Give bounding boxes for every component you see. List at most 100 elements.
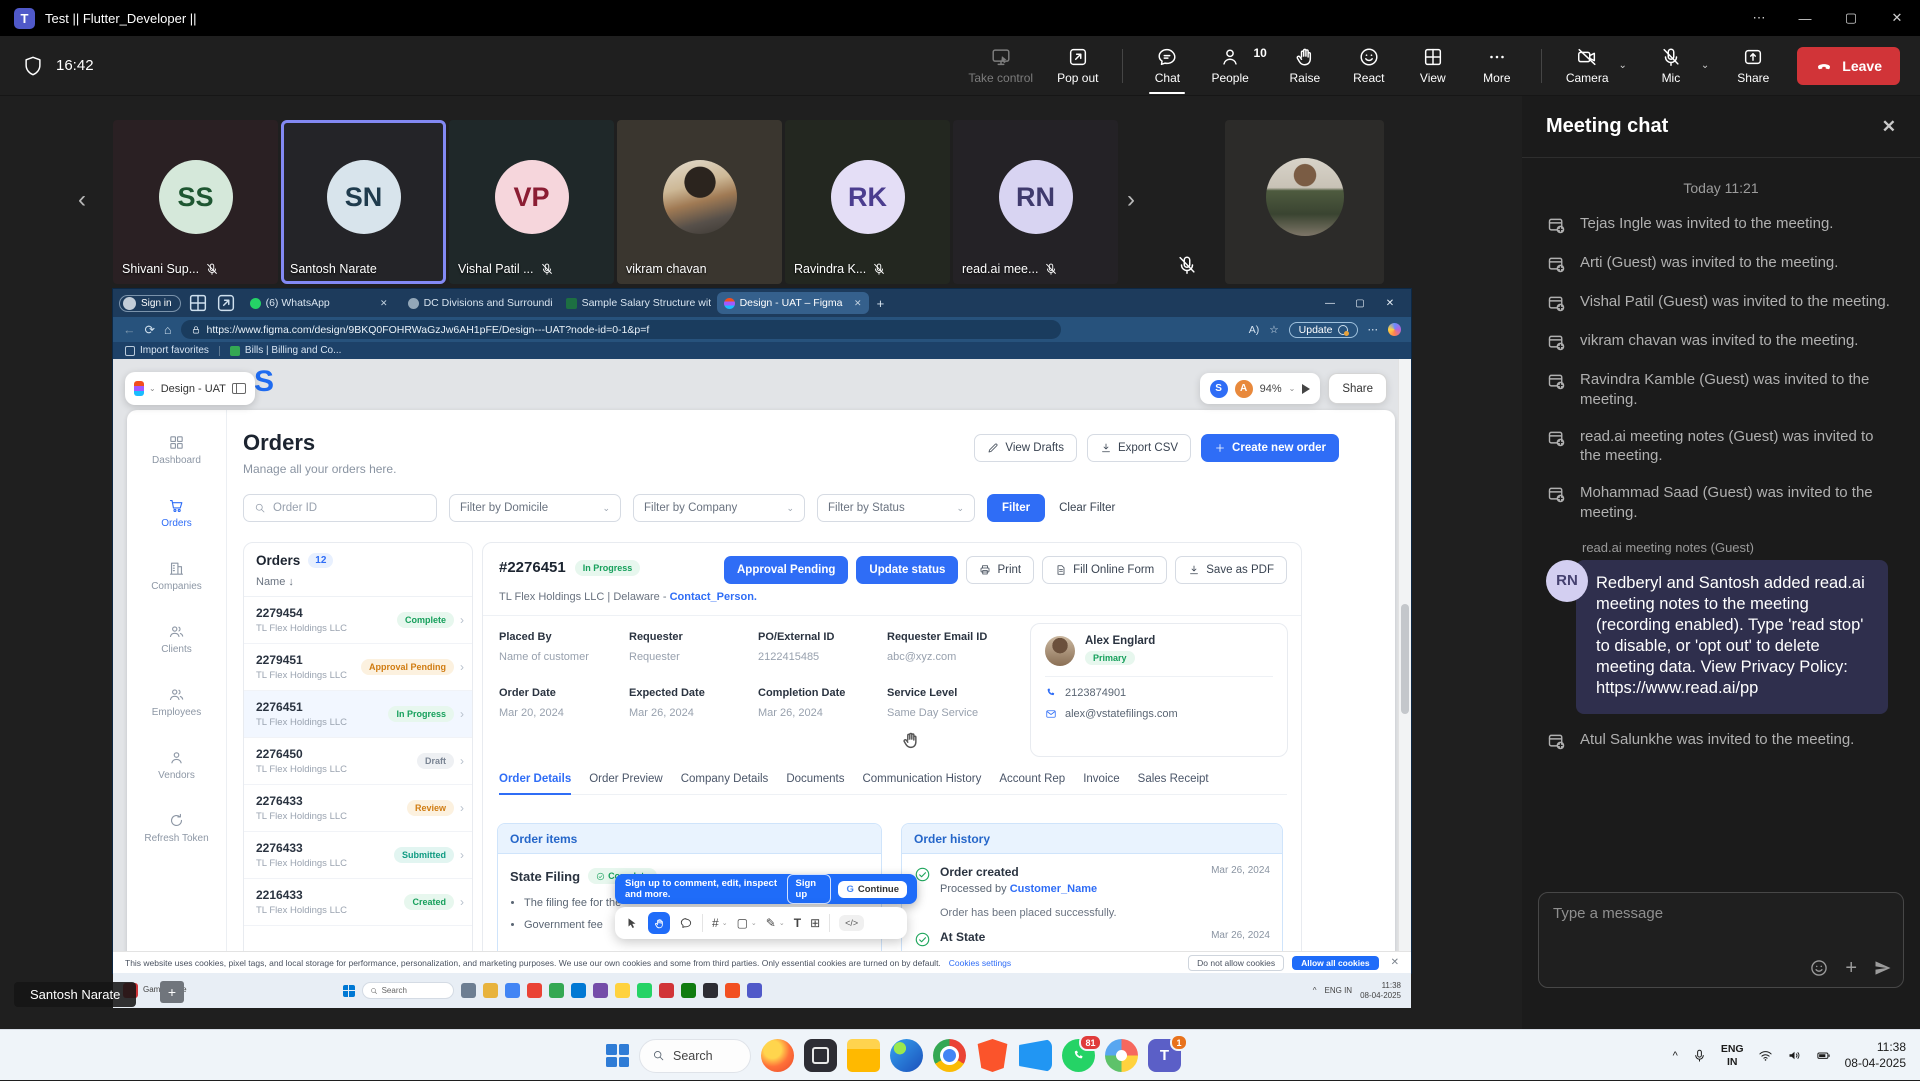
detail-tab[interactable]: Sales Receipt (1138, 773, 1209, 785)
minimize-button[interactable]: — (1782, 0, 1828, 36)
emoji-icon[interactable] (1809, 958, 1829, 978)
firefox-icon[interactable] (761, 1039, 794, 1072)
mini-app-icon[interactable] (527, 983, 542, 998)
zoom-level[interactable]: 94% (1260, 383, 1282, 395)
message-input[interactable]: Type a message + (1538, 892, 1904, 988)
maximize-button[interactable]: ▢ (1828, 0, 1874, 36)
chat-button[interactable]: Chat (1147, 46, 1187, 85)
colorful-app-icon[interactable] (1105, 1039, 1138, 1072)
workspaces-icon[interactable] (187, 292, 209, 314)
comment-tool-icon[interactable] (679, 916, 693, 930)
participant-tile[interactable]: vikram chavan (617, 120, 782, 284)
hand-tool-icon[interactable] (648, 912, 670, 934)
sidebar-item[interactable]: Vendors (158, 749, 195, 812)
update-status-button[interactable]: Update status (856, 556, 958, 584)
home-icon[interactable]: ⌂ (164, 323, 172, 337)
customer-name-link[interactable]: Customer_Name (1010, 883, 1097, 895)
pop-out-button[interactable]: Pop out (1057, 46, 1098, 85)
react-button[interactable]: React (1349, 46, 1389, 85)
tray-mic-icon[interactable] (1692, 1048, 1707, 1063)
mic-button[interactable]: Mic (1651, 46, 1691, 85)
brave-icon[interactable] (976, 1039, 1009, 1072)
back-icon[interactable]: ← (123, 323, 136, 337)
sign-up-button[interactable]: Sign up (787, 874, 832, 904)
bookmark-bills[interactable]: Bills | Billing and Co... (230, 345, 342, 356)
language-indicator[interactable]: ENG IN (1721, 1043, 1744, 1067)
titlebar-more-icon[interactable]: ⋯ (1736, 0, 1782, 36)
frame-tool-icon[interactable]: # (712, 916, 719, 930)
edge-icon[interactable] (890, 1039, 923, 1072)
sidebar-item[interactable]: Dashboard (152, 434, 201, 497)
filter-status-select[interactable]: Filter by Status⌄ (817, 494, 975, 522)
contact-person-link[interactable]: Contact_Person. (670, 591, 757, 603)
more-button[interactable]: More (1477, 46, 1517, 85)
deny-cookies-button[interactable]: Do not allow cookies (1188, 955, 1284, 971)
browser-minimize-button[interactable]: — (1315, 298, 1345, 309)
mini-app-icon[interactable] (549, 983, 564, 998)
scroll-right-icon[interactable]: › (1127, 188, 1135, 212)
detail-tab[interactable]: Communication History (862, 773, 981, 785)
browser-maximize-button[interactable]: ▢ (1345, 298, 1375, 309)
taskbar-clock[interactable]: 11:38 08-04-2025 (1845, 1040, 1906, 1071)
orders-list-column-header[interactable]: Name ↓ (244, 574, 472, 597)
dark-app-icon[interactable] (804, 1039, 837, 1072)
detail-tab[interactable]: Invoice (1083, 773, 1119, 785)
dev-mode-toggle[interactable]: </> (839, 915, 864, 931)
mini-app-icon[interactable] (593, 983, 608, 998)
tab-close-icon[interactable]: ✕ (854, 298, 862, 309)
send-icon[interactable] (1873, 958, 1893, 978)
mini-app-icon[interactable] (725, 983, 740, 998)
save-as-pdf-button[interactable]: Save as PDF (1175, 556, 1287, 584)
chrome-icon[interactable] (933, 1039, 966, 1072)
bookmark-import-favorites[interactable]: Import favorites (125, 345, 209, 356)
scrollbar[interactable] (1398, 359, 1411, 951)
browser-tab[interactable]: Sample Salary Structure with calc ✕ (559, 292, 711, 314)
collaborator-avatar[interactable]: S (1210, 380, 1228, 398)
order-row[interactable]: 2276451 TL Flex Holdings LLC In Progress… (244, 691, 472, 738)
order-row[interactable]: 2276433 TL Flex Holdings LLC Submitted › (244, 832, 472, 879)
detail-tab[interactable]: Documents (786, 773, 844, 785)
wifi-icon[interactable] (1758, 1048, 1773, 1063)
filter-domicile-select[interactable]: Filter by Domicile⌄ (449, 494, 621, 522)
mic-options-chevron-icon[interactable]: ⌄ (1701, 60, 1709, 71)
component-tool-icon[interactable]: ⊞ (810, 916, 820, 930)
figma-menu-chevron-icon[interactable]: ⌄ (149, 384, 156, 393)
url-field[interactable]: https://www.figma.com/design/9BKQ0FOHRWa… (181, 320, 1061, 339)
clear-filter-button[interactable]: Clear Filter (1059, 502, 1115, 514)
mini-app-icon[interactable] (703, 983, 718, 998)
sidebar-item[interactable]: Clients (161, 623, 192, 686)
mini-app-icon[interactable] (483, 983, 498, 998)
text-tool-icon[interactable]: T (794, 916, 801, 930)
file-explorer-icon[interactable] (847, 1039, 880, 1072)
taskbar-search-box[interactable]: Search (639, 1039, 751, 1073)
participant-tile[interactable]: SS Shivani Sup... (113, 120, 278, 284)
clock-mini[interactable]: 11:38 08-04-2025 (1360, 981, 1401, 1001)
figma-file-toolbar[interactable]: ⌄ Design - UAT (125, 372, 255, 405)
teams-icon[interactable]: T 1 (1148, 1039, 1181, 1072)
approval-pending-button[interactable]: Approval Pending (724, 556, 848, 584)
detail-tab[interactable]: Order Preview (589, 773, 663, 785)
mini-app-icon[interactable] (615, 983, 630, 998)
export-csv-button[interactable]: Export CSV (1087, 434, 1191, 462)
participant-tile[interactable]: VP Vishal Patil ... (449, 120, 614, 284)
share-button[interactable]: Share (1733, 46, 1773, 85)
cookie-close-icon[interactable]: ✕ (1391, 957, 1399, 968)
attach-plus-icon[interactable]: + (1845, 958, 1857, 978)
fill-online-form-button[interactable]: Fill Online Form (1042, 556, 1167, 584)
browser-close-button[interactable]: ✕ (1375, 298, 1405, 309)
browser-tab[interactable]: Design - UAT – Figma ✕ (717, 292, 869, 314)
mini-app-icon[interactable] (505, 983, 520, 998)
language-indicator-mini[interactable]: ENG IN (1325, 986, 1353, 995)
close-button[interactable]: ✕ (1874, 0, 1920, 36)
contact-phone-row[interactable]: 2123874901 (1045, 687, 1273, 699)
chat-close-icon[interactable]: ✕ (1882, 117, 1896, 137)
update-browser-button[interactable]: Update (1289, 322, 1358, 338)
detail-tab[interactable]: Account Rep (999, 773, 1065, 785)
sidebar-item[interactable]: Companies (151, 560, 202, 623)
start-button[interactable] (606, 1044, 629, 1067)
mini-app-icon[interactable] (747, 983, 762, 998)
scroll-left-icon[interactable]: ‹ (78, 188, 86, 212)
order-row[interactable]: 2279451 TL Flex Holdings LLC Approval Pe… (244, 644, 472, 691)
mini-app-icon[interactable] (659, 983, 674, 998)
tray-expand-icon[interactable]: ^ (1673, 1050, 1678, 1062)
